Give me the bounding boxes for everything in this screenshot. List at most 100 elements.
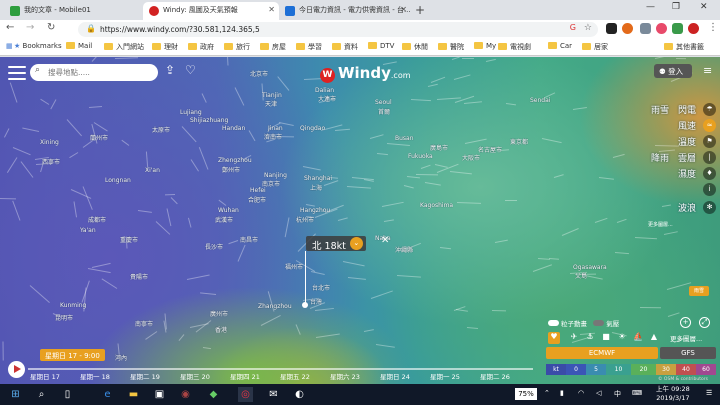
app-icon[interactable]: ◉: [178, 387, 193, 402]
bookmark-folder[interactable]: 電視劇: [498, 42, 531, 52]
pressure-toggle[interactable]: [593, 320, 605, 326]
task-view-icon[interactable]: ▯: [60, 387, 75, 402]
heart-icon[interactable]: ♡: [185, 63, 196, 77]
tab-windy[interactable]: Windy: 風圖及天氣預報 ✕: [143, 2, 279, 20]
webcam-icon[interactable]: ■: [600, 332, 612, 344]
chart-icon[interactable]: ▲: [648, 332, 660, 344]
drop-layer-icon[interactable]: ♦: [703, 167, 716, 180]
close-tab-icon[interactable]: ✕: [268, 5, 275, 14]
bookmark-folder[interactable]: My: [474, 42, 496, 50]
bookmarks-star-link[interactable]: ★ Bookmarks: [14, 42, 62, 50]
other-bookmarks-folder[interactable]: 其他書籤: [664, 42, 704, 52]
edge-icon[interactable]: e: [100, 387, 115, 402]
close-tab-icon[interactable]: ✕: [400, 5, 407, 14]
bookmark-folder[interactable]: 理財: [152, 42, 178, 52]
timeline-day[interactable]: 星期日 24: [380, 371, 410, 381]
boat-icon[interactable]: ⛵: [632, 332, 644, 344]
chevron-down-icon[interactable]: ⌄: [349, 237, 363, 250]
minimize-icon[interactable]: —: [646, 2, 655, 12]
wifi-icon[interactable]: ◠: [578, 389, 584, 397]
apps-grid-icon[interactable]: ▦: [6, 42, 13, 50]
search-icon[interactable]: ⌕: [34, 387, 49, 402]
file-explorer-icon[interactable]: ▬: [126, 387, 141, 402]
bookmark-folder[interactable]: Car: [548, 42, 572, 50]
windows-start-icon[interactable]: ⊞: [8, 387, 23, 402]
zoom-in-icon[interactable]: +: [680, 317, 691, 328]
network-icon[interactable]: ▮: [560, 389, 564, 397]
close-window-icon[interactable]: ✕: [700, 2, 708, 12]
timeline-day[interactable]: 星期日 17: [30, 371, 60, 381]
model-gfs[interactable]: GFS: [660, 347, 716, 359]
app-green-icon[interactable]: ◆: [206, 387, 221, 402]
maximize-icon[interactable]: ❐: [672, 2, 680, 12]
timeline-day[interactable]: 星期五 22: [280, 371, 310, 381]
rain-layer-icon[interactable]: ☂: [703, 103, 716, 116]
location-marker[interactable]: [302, 302, 308, 308]
login-button[interactable]: ⚉ 登入: [654, 64, 692, 78]
plane-icon[interactable]: ✈: [568, 332, 580, 344]
battery-indicator[interactable]: 75%: [515, 388, 537, 400]
play-button[interactable]: [8, 361, 25, 378]
bookmark-folder[interactable]: Mail: [66, 42, 92, 50]
timeline-day[interactable]: 星期二 26: [480, 371, 510, 381]
timeline-day[interactable]: 星期一 18: [80, 371, 110, 381]
fullscreen-icon[interactable]: ⤢: [699, 317, 710, 328]
back-arrow-icon[interactable]: ←: [6, 22, 14, 33]
snowflake-icon[interactable]: ✻: [703, 201, 716, 214]
wind-legend[interactable]: kt 0 5 10 20 30 40 60: [546, 364, 716, 375]
reload-icon[interactable]: ↻: [47, 22, 55, 33]
timeline-day[interactable]: 星期一 25: [430, 371, 460, 381]
timeline-day[interactable]: 星期二 19: [130, 371, 160, 381]
layer-temp[interactable]: 溫度: [678, 135, 702, 148]
extension-shield-icon[interactable]: [688, 23, 699, 34]
layer-humidity[interactable]: 濕度: [678, 167, 702, 180]
keyboard-icon[interactable]: ⌨: [632, 389, 642, 397]
wind-readout-popup[interactable]: 北 18kt ⌄: [306, 236, 366, 252]
search-input[interactable]: ⌕ 搜尋地點.....: [30, 64, 158, 81]
star-icon[interactable]: ☆: [584, 23, 592, 33]
forward-arrow-icon[interactable]: →: [26, 22, 34, 33]
tray-arrow-icon[interactable]: ⌃: [544, 389, 550, 397]
timeline-day[interactable]: 星期三 20: [180, 371, 210, 381]
hamburger-menu-icon[interactable]: [8, 66, 26, 80]
more-layers-button[interactable]: 更多圖層...: [670, 333, 702, 343]
flag-layer-icon[interactable]: ⚑: [703, 135, 716, 148]
store-icon[interactable]: ▣: [152, 387, 167, 402]
system-clock[interactable]: 上午 09:28 2019/3/17: [656, 385, 690, 403]
share-icon[interactable]: ⇪: [165, 63, 175, 77]
close-popup-icon[interactable]: ✕: [381, 235, 389, 246]
address-bar[interactable]: 🔒 https://www.windy.com/?30.581,124.365,…: [78, 22, 598, 37]
bookmark-folder[interactable]: 入門網站: [104, 42, 144, 52]
bookmark-folder[interactable]: 資料: [332, 42, 358, 52]
layer-clouds[interactable]: 雲層: [678, 151, 702, 164]
particles-toggle[interactable]: [548, 320, 559, 326]
extension-heart-icon[interactable]: [656, 23, 667, 34]
favorite-layer-icon[interactable]: ♥: [548, 332, 560, 344]
thermometer-icon[interactable]: i: [703, 183, 716, 196]
extension-check-icon[interactable]: [672, 23, 683, 34]
windy-logo[interactable]: W Windy.com: [320, 64, 411, 83]
notifications-icon[interactable]: ☰: [706, 389, 712, 397]
tab-mobile01[interactable]: 我的文章 - Mobile01: [4, 2, 140, 20]
bookmark-folder[interactable]: 房屋: [260, 42, 286, 52]
bookmark-folder[interactable]: 醫院: [438, 42, 464, 52]
extension-fire-icon[interactable]: [622, 23, 633, 34]
extension-download-icon[interactable]: [640, 23, 651, 34]
bookmark-folder[interactable]: DTV: [368, 42, 394, 50]
right-menu-icon[interactable]: ≡: [703, 64, 712, 77]
chrome-icon[interactable]: ◎: [238, 387, 253, 402]
bookmark-folder[interactable]: 旅行: [224, 42, 250, 52]
wind-map[interactable]: 北京市 Dalian 大連市 Tianjin 天津 Shijiazhuang Lujiang…: [0, 57, 720, 384]
ship-icon[interactable]: ⚓: [584, 332, 596, 344]
bookmark-folder[interactable]: 學習: [296, 42, 322, 52]
current-time-label[interactable]: 星期日 17 - 9:00: [40, 349, 105, 361]
translate-icon[interactable]: G: [570, 23, 576, 32]
rain-badge[interactable]: 雨雪: [689, 286, 709, 296]
extension-glasses-icon[interactable]: [606, 23, 617, 34]
volume-icon[interactable]: ◁: [596, 389, 601, 397]
layer-waves[interactable]: 波浪: [678, 201, 702, 214]
bookmark-folder[interactable]: 休閒: [402, 42, 428, 52]
tab-power[interactable]: 今日電力資訊 - 電力供需資訊 - 台... ✕: [279, 2, 411, 20]
layer-lightning[interactable]: 閃電: [678, 103, 702, 116]
browser-menu-icon[interactable]: ⋮: [708, 22, 718, 33]
